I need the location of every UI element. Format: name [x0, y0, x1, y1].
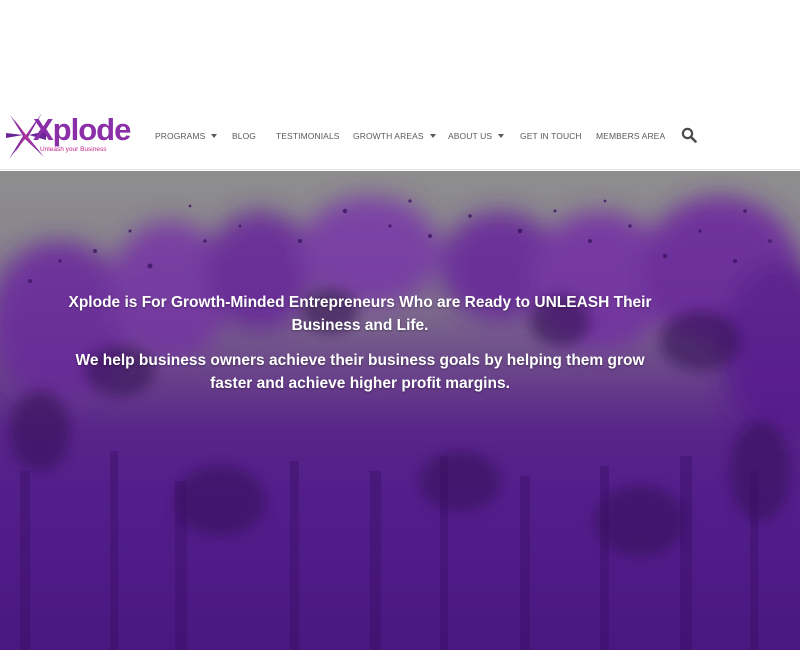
- nav-item-get-in-touch[interactable]: GET IN TOUCH: [520, 128, 582, 144]
- nav-item-about-us[interactable]: ABOUT US: [448, 128, 505, 144]
- site-header: Xplode Unleash your Business PROGRAMS BL…: [0, 100, 800, 170]
- hero-headline: Xplode is For Growth-Minded Entrepreneur…: [68, 294, 652, 334]
- logo-wordmark: Xplode: [33, 112, 131, 147]
- caret-down-icon: [498, 134, 505, 138]
- nav-label: GET IN TOUCH: [520, 131, 582, 141]
- caret-down-icon: [429, 134, 436, 138]
- nav-label: GROWTH AREAS: [353, 131, 424, 141]
- hero-section: Xplode is For Growth-Minded Entrepreneur…: [0, 171, 800, 650]
- nav-label: ABOUT US: [448, 131, 493, 141]
- nav-item-blog[interactable]: BLOG: [232, 128, 256, 144]
- search-button[interactable]: [681, 127, 697, 143]
- nav-item-testimonials[interactable]: TESTIMONIALS: [276, 128, 340, 144]
- nav-label: PROGRAMS: [155, 131, 206, 141]
- nav-item-growth-areas[interactable]: GROWTH AREAS: [353, 128, 436, 144]
- hero-subheadline: We help business owners achieve their bu…: [75, 352, 645, 392]
- brand-logo[interactable]: Xplode Unleash your Business: [6, 111, 131, 161]
- caret-down-icon: [211, 134, 218, 138]
- search-icon: [681, 127, 697, 143]
- top-whitespace: [0, 0, 800, 100]
- nav-item-members-area[interactable]: MEMBERS AREA: [596, 128, 665, 144]
- purple-powder-explosion-image: [0, 171, 800, 650]
- nav-label: TESTIMONIALS: [276, 131, 340, 141]
- nav-item-programs[interactable]: PROGRAMS: [155, 128, 218, 144]
- nav-label: MEMBERS AREA: [596, 131, 666, 141]
- nav-label: BLOG: [232, 131, 257, 141]
- logo-tagline: Unleash your Business: [40, 146, 107, 153]
